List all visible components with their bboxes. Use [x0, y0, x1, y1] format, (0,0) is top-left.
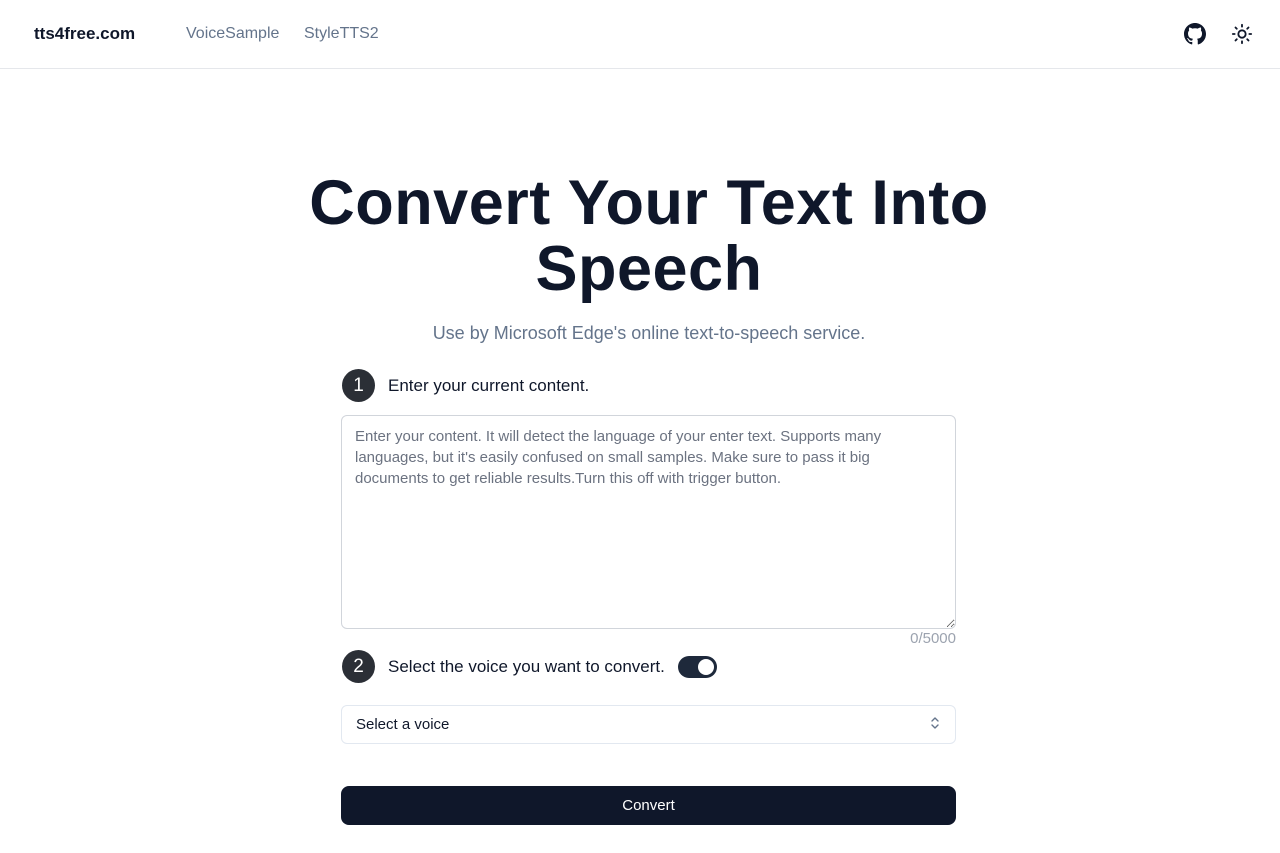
convert-button[interactable]: Convert: [341, 786, 956, 825]
step-1-label: Enter your current content.: [388, 375, 590, 395]
voice-select[interactable]: Select a voice: [341, 705, 956, 744]
top-navbar: tts4free.com VoiceSample StyleTTS2: [0, 0, 1280, 69]
nav-link-styletts2[interactable]: StyleTTS2: [304, 25, 379, 43]
site-brand[interactable]: tts4free.com: [34, 24, 135, 44]
step-1-header: 1 Enter your current content.: [342, 369, 589, 402]
step-2-label: Select the voice you want to convert.: [388, 656, 665, 676]
content-textarea[interactable]: [341, 415, 956, 629]
step-number-badge: 1: [342, 369, 375, 402]
chevron-updown-icon: [929, 716, 941, 734]
sun-icon[interactable]: [1229, 21, 1255, 47]
auto-detect-toggle[interactable]: [677, 655, 717, 678]
page-subtitle: Use by Microsoft Edge's online text-to-s…: [432, 323, 866, 343]
toggle-knob: [697, 658, 714, 675]
character-counter: 0/5000: [910, 630, 956, 647]
page-title: Convert Your Text Into Speech: [309, 168, 989, 304]
voice-select-value: Select a voice: [356, 716, 450, 733]
step-2-header: 2 Select the voice you want to convert.: [342, 650, 717, 683]
github-icon[interactable]: [1182, 21, 1208, 47]
nav-link-voicesample[interactable]: VoiceSample: [186, 25, 279, 43]
step-number-badge: 2: [342, 650, 375, 683]
